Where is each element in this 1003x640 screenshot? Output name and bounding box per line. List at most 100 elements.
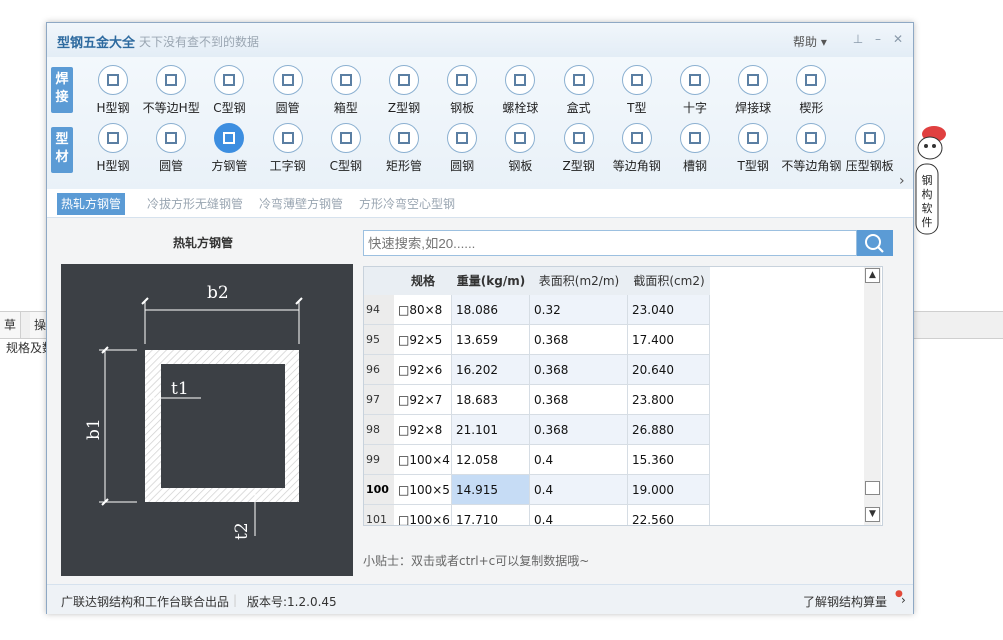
weld-item[interactable]: 箱型 <box>316 65 376 116</box>
weld-item[interactable]: 圆管 <box>258 65 318 116</box>
row-number[interactable]: 99 <box>364 445 394 475</box>
subtab-cold-formed-thin[interactable]: 冷弯薄壁方钢管 <box>255 193 347 215</box>
scroll-down-arrow[interactable]: ▼ <box>865 507 880 522</box>
search-button[interactable] <box>857 230 893 256</box>
table-cell[interactable]: □80×8 <box>394 295 452 325</box>
table-cell[interactable]: 13.659 <box>452 325 530 355</box>
col-header-surface[interactable]: 表面积(m2/m) <box>530 267 629 295</box>
table-cell[interactable]: □100×4 <box>394 445 452 475</box>
weld-item[interactable]: C型钢 <box>199 65 259 116</box>
profile-item[interactable]: 圆钢 <box>432 123 492 174</box>
table-cell[interactable]: 19.000 <box>628 475 710 505</box>
weld-item[interactable]: 盒式 <box>549 65 609 116</box>
chevron-right-icon[interactable]: › <box>901 593 906 607</box>
table-cell[interactable]: 20.640 <box>628 355 710 385</box>
pin-icon[interactable]: ⊥ <box>851 32 865 46</box>
minimize-icon[interactable]: – <box>871 32 885 46</box>
profile-item[interactable]: 矩形管 <box>374 123 434 174</box>
weld-item[interactable]: 钢板 <box>432 65 492 116</box>
row-number[interactable]: 100 <box>364 475 394 505</box>
tip-text: 小贴士：双击或者ctrl+c可以复制数据哦~ <box>363 554 590 568</box>
subtab-cold-drawn[interactable]: 冷拔方形无缝钢管 <box>143 193 247 215</box>
weld-item[interactable]: 楔形 <box>781 65 841 116</box>
table-cell[interactable]: 16.202 <box>452 355 530 385</box>
col-header-spec[interactable]: 规格 <box>394 267 453 295</box>
profile-item[interactable]: Z型钢 <box>549 123 609 174</box>
table-cell[interactable]: 22.560 <box>628 505 710 525</box>
table-cell[interactable]: 17.710 <box>452 505 530 525</box>
profile-item[interactable]: 工字钢 <box>258 123 318 174</box>
background-tab[interactable]: 草 <box>0 312 21 338</box>
profile-item[interactable]: 槽钢 <box>665 123 725 174</box>
table-cell[interactable]: 0.368 <box>530 325 628 355</box>
table-cell[interactable]: 17.400 <box>628 325 710 355</box>
help-label: 帮助 <box>793 35 818 49</box>
shape-icon <box>330 65 361 95</box>
profile-item[interactable]: 压型钢板 <box>840 123 900 174</box>
scroll-thumb[interactable] <box>865 481 880 495</box>
row-number[interactable]: 96 <box>364 355 394 385</box>
close-icon[interactable]: ✕ <box>891 32 905 46</box>
app-subtitle: 天下没有查不到的数据 <box>139 35 260 49</box>
table-cell[interactable]: 14.915 <box>452 475 530 505</box>
table-cell[interactable]: 0.32 <box>530 295 628 325</box>
row-number[interactable]: 95 <box>364 325 394 355</box>
table-cell[interactable]: 15.360 <box>628 445 710 475</box>
shape-icon <box>156 123 187 153</box>
table-cell[interactable]: □100×6 <box>394 505 452 525</box>
shape-icon <box>214 123 245 153</box>
table-cell[interactable]: 0.368 <box>530 385 628 415</box>
row-number[interactable]: 94 <box>364 295 394 325</box>
weld-item-label: T型 <box>627 101 647 115</box>
table-cell[interactable]: 23.040 <box>628 295 710 325</box>
profile-item[interactable]: 方钢管 <box>199 123 259 174</box>
vertical-scrollbar[interactable]: ▲ ▼ <box>864 267 881 525</box>
weld-item-label: 盒式 <box>566 101 591 115</box>
profile-item[interactable]: C型钢 <box>316 123 376 174</box>
row-number[interactable]: 97 <box>364 385 394 415</box>
table-cell[interactable]: 0.4 <box>530 505 628 525</box>
profile-item[interactable]: H型钢 <box>83 123 143 174</box>
learn-more-link[interactable]: 了解钢结构算量 <box>803 593 887 610</box>
weld-item[interactable]: 十字 <box>665 65 725 116</box>
table-cell[interactable]: 0.4 <box>530 475 628 505</box>
table-cell[interactable]: □92×6 <box>394 355 452 385</box>
col-header-weight[interactable]: 重量(kg/m) <box>452 267 531 295</box>
table-cell[interactable]: 0.368 <box>530 355 628 385</box>
weld-item[interactable]: Z型钢 <box>374 65 434 116</box>
content-area: 热轧方钢管 b2 b1 t1 t2 快速搜索,如20...... 规格 重量(k… <box>47 218 913 584</box>
table-cell[interactable]: 12.058 <box>452 445 530 475</box>
table-cell[interactable]: 18.086 <box>452 295 530 325</box>
weld-item[interactable]: T型 <box>607 65 667 116</box>
table-cell[interactable]: 26.880 <box>628 415 710 445</box>
search-input[interactable] <box>363 230 857 256</box>
weld-item[interactable]: 不等边H型 <box>141 65 201 116</box>
weld-item[interactable]: 焊接球 <box>723 65 783 116</box>
row-number[interactable]: 98 <box>364 415 394 445</box>
scroll-up-arrow[interactable]: ▲ <box>865 268 880 283</box>
weld-item[interactable]: H型钢 <box>83 65 143 116</box>
row-number[interactable]: 101 <box>364 505 394 525</box>
help-menu[interactable]: 帮助 ▾ <box>793 33 827 50</box>
table-cell[interactable]: 0.368 <box>530 415 628 445</box>
table-cell[interactable]: 0.4 <box>530 445 628 475</box>
chevron-right-icon[interactable]: › <box>899 173 905 189</box>
profile-item[interactable]: 钢板 <box>490 123 550 174</box>
weld-item[interactable]: 螺栓球 <box>490 65 550 116</box>
mascot[interactable]: 钢构软件 <box>912 124 950 236</box>
table-cell[interactable]: 18.683 <box>452 385 530 415</box>
profile-item[interactable]: T型钢 <box>723 123 783 174</box>
table-cell[interactable]: □92×5 <box>394 325 452 355</box>
profile-item[interactable]: 等边角钢 <box>607 123 667 174</box>
col-header-area[interactable]: 截面积(cm2) <box>628 267 711 295</box>
table-cell[interactable]: 21.101 <box>452 415 530 445</box>
table-cell[interactable]: 23.800 <box>628 385 710 415</box>
table-cell[interactable]: □92×7 <box>394 385 452 415</box>
table-cell[interactable]: □100×5 <box>394 475 452 505</box>
profile-item[interactable]: 圆管 <box>141 123 201 174</box>
profile-item[interactable]: 不等边角钢 <box>781 123 841 174</box>
subtab-cold-formed-hollow[interactable]: 方形冷弯空心型钢 <box>355 193 459 215</box>
shape-icon <box>621 123 652 153</box>
subtab-hot-rolled[interactable]: 热轧方钢管 <box>57 193 126 215</box>
table-cell[interactable]: □92×8 <box>394 415 452 445</box>
